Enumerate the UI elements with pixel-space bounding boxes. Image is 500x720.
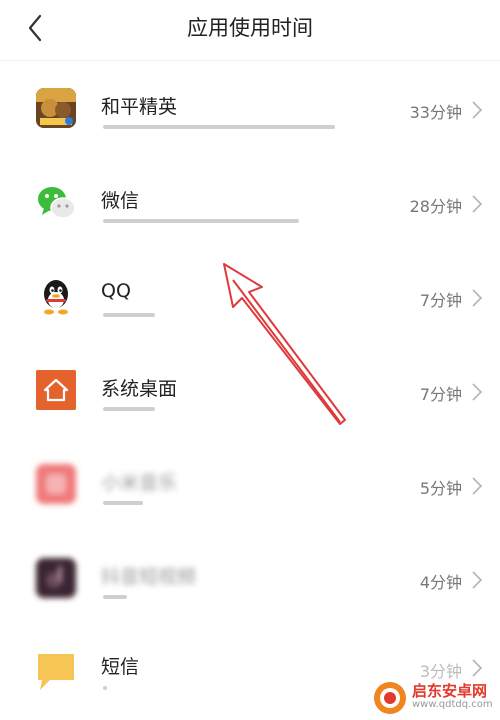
qq-icon <box>36 276 76 316</box>
usage-duration: 33分钟 <box>409 103 462 122</box>
app-name: 和平精英 <box>101 96 178 118</box>
usage-bar <box>103 595 127 599</box>
music-app-icon <box>36 464 76 504</box>
chevron-right-icon <box>472 659 483 677</box>
chevron-right-icon <box>472 571 483 589</box>
app-row-launcher[interactable]: 系统桌面 7分钟 <box>0 344 500 438</box>
sms-icon <box>36 652 76 692</box>
app-row-peace-elite[interactable]: 和平精英 33分钟 <box>0 62 500 156</box>
usage-bar <box>103 407 155 411</box>
page-title: 应用使用时间 <box>187 16 313 40</box>
usage-duration: 5分钟 <box>419 479 462 498</box>
app-name: 系统桌面 <box>101 378 178 400</box>
app-name: 短信 <box>101 656 140 678</box>
app-row-douyin[interactable]: 抖音短视频 4分钟 <box>0 532 500 626</box>
app-name: 小米音乐 <box>101 472 178 494</box>
usage-bar <box>103 219 299 223</box>
chevron-right-icon <box>472 101 483 119</box>
chevron-right-icon <box>472 477 483 495</box>
chevron-right-icon <box>472 195 483 213</box>
peace-elite-icon <box>36 88 76 128</box>
usage-bar <box>103 686 107 690</box>
usage-duration: 28分钟 <box>409 197 462 216</box>
chevron-right-icon <box>472 289 483 307</box>
app-name: 抖音短视频 <box>101 566 197 588</box>
app-row-qq[interactable]: QQ 7分钟 <box>0 250 500 344</box>
usage-bar <box>103 501 143 505</box>
usage-bar <box>103 125 335 129</box>
watermark-title: 启东安卓网 <box>412 682 488 700</box>
watermark: 启东安卓网 www.qdtdq.com <box>372 680 500 716</box>
chevron-right-icon <box>472 383 483 401</box>
wechat-icon <box>36 182 76 222</box>
watermark-url: www.qdtdq.com <box>412 699 493 710</box>
usage-duration: 7分钟 <box>419 291 462 310</box>
usage-duration: 7分钟 <box>419 385 462 404</box>
usage-duration: 3分钟 <box>419 662 462 681</box>
home-launcher-icon <box>36 370 76 410</box>
douyin-icon <box>36 558 76 598</box>
header: 应用使用时间 <box>0 0 500 58</box>
usage-bar <box>103 313 155 317</box>
app-name: QQ <box>101 280 131 302</box>
app-row-wechat[interactable]: 微信 28分钟 <box>0 156 500 250</box>
header-divider <box>0 60 500 61</box>
app-row-music[interactable]: 小米音乐 5分钟 <box>0 438 500 532</box>
usage-duration: 4分钟 <box>419 573 462 592</box>
app-name: 微信 <box>101 190 140 212</box>
watermark-logo-icon <box>374 682 406 714</box>
